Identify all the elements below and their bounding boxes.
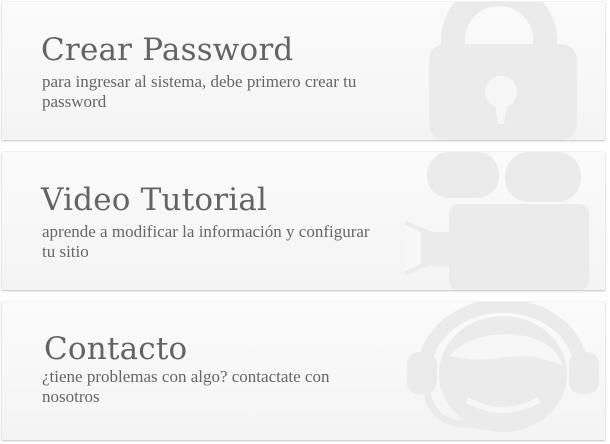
card-subtitle: para ingresar al sistema, debe primero c… <box>42 72 357 111</box>
video-camera-icon <box>405 152 589 290</box>
lock-icon <box>429 2 577 140</box>
card-title: Crear Password <box>41 32 294 68</box>
card-title: Video Tutorial <box>41 182 268 218</box>
create-password-card[interactable]: Crear Password para ingresar al sistema,… <box>2 2 605 140</box>
contact-card[interactable]: Contacto ¿tiene problemas con algo? cont… <box>2 302 605 440</box>
card-subtitle: aprende a modificar la información y con… <box>42 222 370 261</box>
card-title: Contacto <box>44 331 188 367</box>
video-tutorial-card[interactable]: Video Tutorial aprende a modificar la in… <box>2 152 605 290</box>
headset-icon <box>407 302 599 432</box>
card-subtitle: ¿tiene problemas con algo? contactate co… <box>42 367 330 406</box>
